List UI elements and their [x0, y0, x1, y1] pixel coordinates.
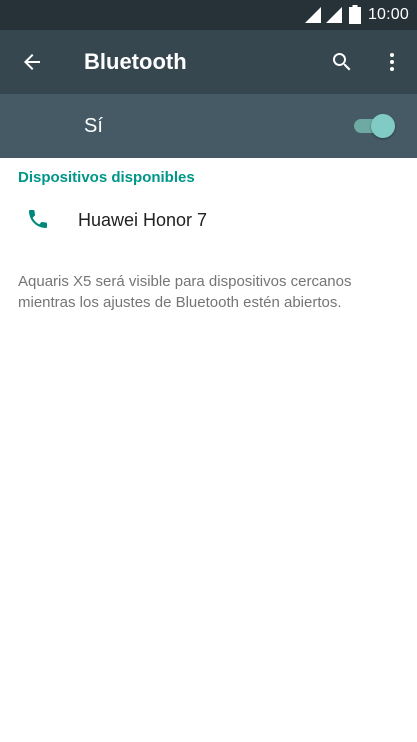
- more-options-button[interactable]: [370, 40, 414, 84]
- search-button[interactable]: [320, 40, 364, 84]
- battery-icon: [349, 5, 361, 24]
- signal-icon: [305, 7, 321, 23]
- page-title: Bluetooth: [84, 49, 187, 74]
- device-item[interactable]: Huawei Honor 7: [0, 190, 417, 248]
- search-icon: [333, 53, 351, 71]
- app-bar: Bluetooth: [0, 30, 417, 94]
- toggle-thumb: [371, 114, 395, 138]
- switch-label: Sí: [84, 115, 103, 137]
- device-name: Huawei Honor 7: [78, 210, 208, 230]
- bluetooth-toggle[interactable]: [352, 114, 396, 138]
- section-header-available-devices: Dispositivos disponibles: [18, 169, 195, 186]
- more-vert-icon: [390, 53, 394, 71]
- visibility-info-text: Aquaris X5 será visible para dispositivo…: [18, 273, 352, 311]
- back-button[interactable]: [10, 40, 54, 84]
- bluetooth-settings-screen: 10:00 Bluetooth Sí Dispositivos disponib…: [0, 0, 417, 742]
- status-time: 10:00: [367, 6, 409, 23]
- status-bar: 10:00: [0, 0, 417, 30]
- bluetooth-master-switch[interactable]: Sí: [0, 94, 417, 158]
- phone-icon: [29, 210, 47, 228]
- signal-icon: [326, 7, 342, 23]
- back-arrow-icon: [24, 54, 40, 70]
